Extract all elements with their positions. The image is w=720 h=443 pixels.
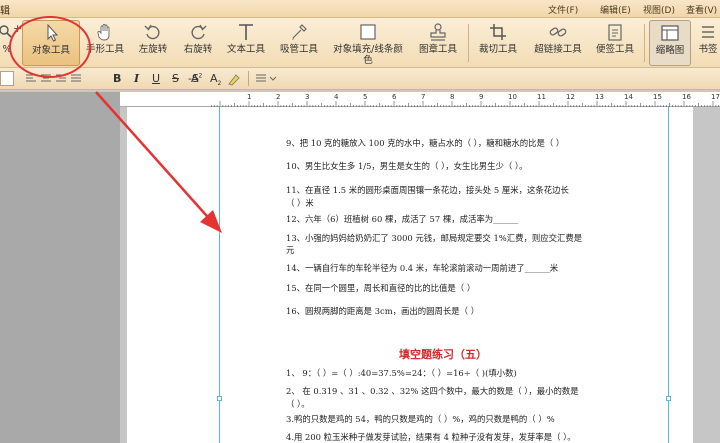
annotation-arrow <box>95 91 222 233</box>
